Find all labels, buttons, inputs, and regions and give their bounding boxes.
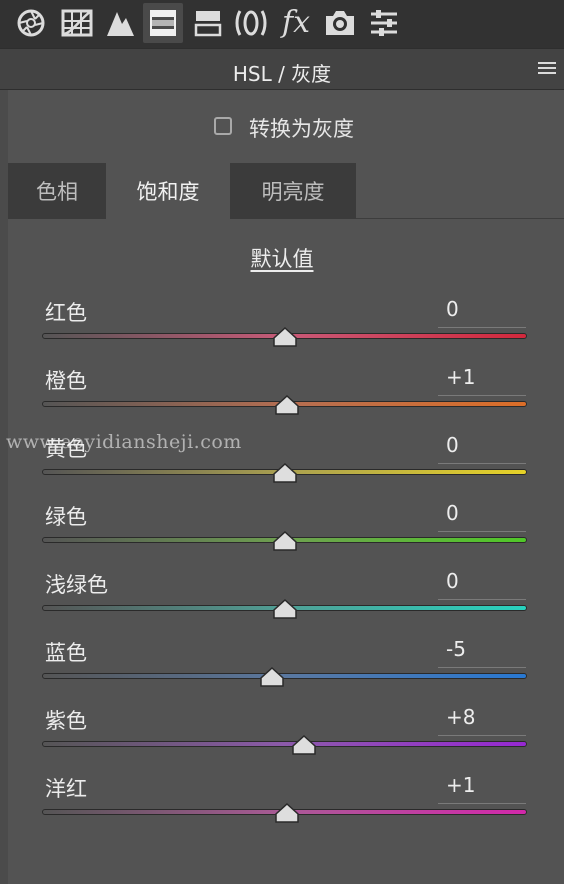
curve-grid-icon — [61, 9, 93, 37]
slider-thumb[interactable] — [272, 599, 297, 619]
slider-label: 紫色 — [45, 709, 87, 733]
aperture-icon — [17, 9, 45, 37]
default-link[interactable]: 默认值 — [0, 243, 564, 273]
detail-triangle-icon — [107, 12, 134, 36]
slider-value-field[interactable]: 0 — [438, 297, 526, 328]
lens-corrections-icon — [235, 10, 267, 36]
slider-row-green: 绿色 0 — [0, 501, 564, 569]
slider-thumb[interactable] — [275, 395, 299, 415]
slider-row-purple: 紫色 +8 — [0, 705, 564, 773]
slider-row-red: 红色 0 — [0, 297, 564, 365]
slider-label: 绿色 — [45, 505, 87, 529]
panel-menu-icon[interactable] — [538, 61, 556, 75]
tab-luminance-label: 明亮度 — [261, 180, 325, 204]
slider-value-field[interactable]: +1 — [438, 365, 526, 396]
slider-label: 蓝色 — [45, 641, 87, 665]
tone-curve-tool[interactable] — [57, 3, 97, 43]
camera-calibration-tool[interactable] — [320, 3, 360, 43]
slider-track[interactable] — [42, 673, 527, 679]
tool-strip: fx — [0, 0, 564, 48]
convert-grayscale-checkbox[interactable] — [214, 117, 232, 135]
slider-row-aqua: 浅绿色 0 — [0, 569, 564, 637]
tab-saturation[interactable]: 饱和度 — [106, 163, 230, 219]
tab-hue[interactable]: 色相 — [8, 163, 106, 219]
slider-row-magenta: 洋红 +1 — [0, 773, 564, 841]
presets-sliders-icon — [371, 10, 397, 36]
slider-thumb[interactable] — [272, 327, 297, 347]
watermark-text: www.aoyidiansheji.com — [6, 431, 242, 453]
effects-tool[interactable]: fx — [276, 3, 316, 43]
panel-header: HSL / 灰度 — [0, 48, 564, 90]
tabs-spacer — [356, 163, 564, 219]
slider-value-field[interactable]: 0 — [438, 569, 526, 600]
slider-value-field[interactable]: 0 — [438, 433, 526, 464]
slider-thumb[interactable] — [272, 463, 297, 483]
detail-tool[interactable] — [100, 3, 140, 43]
slider-label: 橙色 — [45, 369, 87, 393]
panel-title: HSL / 灰度 — [232, 62, 332, 86]
slider-thumb[interactable] — [292, 735, 316, 755]
slider-track[interactable] — [42, 741, 527, 747]
slider-thumb[interactable] — [272, 531, 297, 551]
convert-grayscale-row[interactable]: 转换为灰度 — [0, 108, 564, 148]
lens-corrections-tool[interactable] — [231, 3, 271, 43]
slider-thumb[interactable] — [260, 667, 285, 687]
hsl-tool[interactable] — [143, 3, 183, 43]
slider-row-orange: 橙色 +1 — [0, 365, 564, 433]
slider-value-field[interactable]: 0 — [438, 501, 526, 532]
slider-value-field[interactable]: +8 — [438, 705, 526, 736]
slider-label: 红色 — [45, 301, 87, 325]
camera-calibration-icon — [326, 11, 354, 35]
tab-saturation-label: 饱和度 — [136, 180, 200, 204]
hsl-tabs: 色相 饱和度 明亮度 — [8, 163, 564, 219]
presets-tool[interactable] — [364, 3, 404, 43]
slider-value-field[interactable]: -5 — [438, 637, 526, 668]
split-toning-icon — [194, 11, 222, 37]
slider-row-blue: 蓝色 -5 — [0, 637, 564, 705]
slider-thumb[interactable] — [275, 803, 299, 823]
fx-icon: fx — [281, 5, 311, 40]
split-toning-tool[interactable] — [188, 3, 228, 43]
basic-panel-tool[interactable] — [11, 3, 51, 43]
tab-luminance[interactable]: 明亮度 — [230, 163, 356, 219]
slider-label: 浅绿色 — [45, 573, 108, 597]
slider-value-field[interactable]: +1 — [438, 773, 526, 804]
convert-grayscale-label: 转换为灰度 — [249, 117, 354, 141]
hsl-grayscale-icon — [150, 10, 176, 36]
tab-hue-label: 色相 — [36, 180, 78, 204]
slider-label: 洋红 — [45, 777, 87, 801]
